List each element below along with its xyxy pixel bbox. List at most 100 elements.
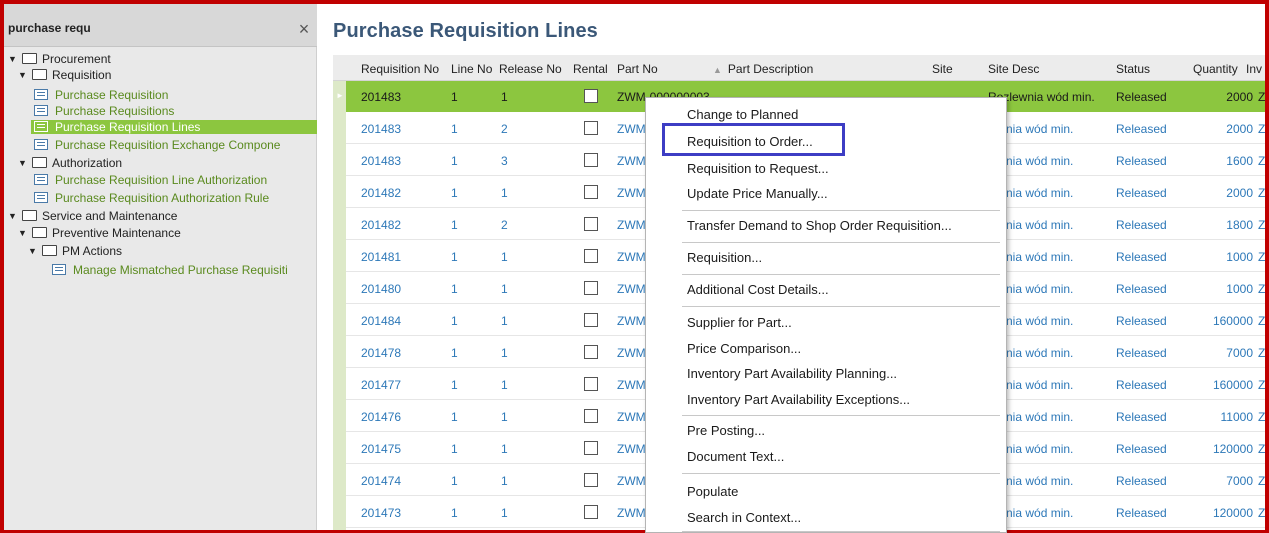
rental-checkbox[interactable]	[584, 89, 598, 103]
rental-checkbox[interactable]	[584, 377, 598, 391]
rental-checkbox[interactable]	[584, 345, 598, 359]
cell-part-no[interactable]: ZWM	[617, 378, 646, 392]
tree-item-purchase-requisitions[interactable]: Purchase Requisitions	[34, 104, 174, 118]
chevron-down-icon[interactable]: ▼	[18, 68, 27, 82]
cell-quantity: 160000	[1212, 378, 1253, 392]
rental-checkbox[interactable]	[584, 153, 598, 167]
column-header-release-no[interactable]: Release No	[499, 62, 562, 76]
close-icon[interactable]: ×	[297, 20, 311, 38]
menu-item-document-text[interactable]: Document Text...	[687, 449, 784, 464]
cell-part-no[interactable]: ZWM	[617, 314, 646, 328]
tree-folder-label: Procurement	[42, 52, 111, 66]
cell-status: Released	[1116, 506, 1167, 520]
cell-requisition-no[interactable]: 201482	[361, 186, 401, 200]
tree-item-purchase-requisition-line-authorization[interactable]: Purchase Requisition Line Authorization	[34, 173, 267, 187]
menu-item-change-to-planned[interactable]: Change to Planned	[687, 107, 798, 122]
column-header-quantity[interactable]: Quantity	[1193, 62, 1238, 76]
tree-folder-service-and-maintenance[interactable]: ▼ Service and Maintenance	[8, 209, 177, 223]
column-header-requisition-no[interactable]: Requisition No	[361, 62, 439, 76]
tree-folder-preventive-maintenance[interactable]: ▼ Preventive Maintenance	[18, 226, 181, 240]
column-header-site-desc[interactable]: Site Desc	[988, 62, 1039, 76]
menu-item-populate[interactable]: Populate	[687, 484, 738, 499]
menu-item-price-comparison[interactable]: Price Comparison...	[687, 341, 801, 356]
cell-part-no[interactable]: ZWM	[617, 346, 646, 360]
cell-part-no[interactable]: ZWM	[617, 218, 646, 232]
cell-part-no[interactable]: ZWM	[617, 506, 646, 520]
cell-requisition-no[interactable]: 201476	[361, 410, 401, 424]
cell-requisition-no[interactable]: 201483	[361, 122, 401, 136]
cell-requisition-no[interactable]: 201483	[361, 90, 401, 104]
rental-checkbox[interactable]	[584, 281, 598, 295]
menu-item-requisition-to-request[interactable]: Requisition to Request...	[687, 161, 829, 176]
menu-item-requisition[interactable]: Requisition...	[687, 250, 762, 265]
cell-part-no[interactable]: ZWM	[617, 250, 646, 264]
cell-status: Released	[1116, 218, 1167, 232]
tree-folder-pm-actions[interactable]: ▼ PM Actions	[28, 244, 122, 258]
rental-checkbox[interactable]	[584, 473, 598, 487]
cell-status: Released	[1116, 282, 1167, 296]
rental-checkbox[interactable]	[584, 121, 598, 135]
cell-requisition-no[interactable]: 201474	[361, 474, 401, 488]
column-header-part-no[interactable]: Part No	[617, 62, 658, 76]
column-header-inv[interactable]: Inv	[1246, 62, 1262, 76]
cell-requisition-no[interactable]: 201473	[361, 506, 401, 520]
menu-item-search-in-context[interactable]: Search in Context...	[687, 510, 801, 525]
cell-part-no[interactable]: ZWM	[617, 410, 646, 424]
chevron-down-icon[interactable]: ▼	[8, 52, 17, 66]
chevron-down-icon[interactable]: ▼	[8, 209, 17, 223]
cell-requisition-no[interactable]: 201478	[361, 346, 401, 360]
column-header-rental[interactable]: Rental	[573, 62, 608, 76]
chevron-down-icon[interactable]: ▼	[18, 226, 27, 240]
cell-part-no[interactable]: ZWM	[617, 186, 646, 200]
cell-quantity: 120000	[1212, 506, 1253, 520]
cell-part-no[interactable]: ZWM	[617, 122, 646, 136]
rental-checkbox[interactable]	[584, 217, 598, 231]
menu-item-update-price-manually[interactable]: Update Price Manually...	[687, 186, 828, 201]
tree-folder-authorization[interactable]: ▼ Authorization	[18, 156, 122, 170]
column-header-line-no[interactable]: Line No	[451, 62, 492, 76]
cell-inv: ZW	[1258, 442, 1265, 456]
cell-requisition-no[interactable]: 201475	[361, 442, 401, 456]
cell-requisition-no[interactable]: 201482	[361, 218, 401, 232]
tree-item-purchase-requisition-exchange-compone[interactable]: Purchase Requisition Exchange Compone	[34, 138, 280, 152]
cell-quantity: 11000	[1220, 410, 1253, 424]
tree-item-purchase-requisition[interactable]: Purchase Requisition	[34, 88, 168, 102]
rental-checkbox[interactable]	[584, 409, 598, 423]
cell-part-no[interactable]: ZWM	[617, 154, 646, 168]
cell-part-no[interactable]: ZWM	[617, 282, 646, 296]
tree-item-purchase-requisition-lines[interactable]: Purchase Requisition Lines	[31, 120, 317, 134]
cell-requisition-no[interactable]: 201483	[361, 154, 401, 168]
cell-requisition-no[interactable]: 201477	[361, 378, 401, 392]
column-header-status[interactable]: Status	[1116, 62, 1150, 76]
column-header-site[interactable]: Site	[932, 62, 953, 76]
cell-requisition-no[interactable]: 201484	[361, 314, 401, 328]
cell-part-no[interactable]: ZWM	[617, 442, 646, 456]
menu-item-pre-posting[interactable]: Pre Posting...	[687, 423, 765, 438]
cell-line-no: 1	[451, 250, 458, 264]
tree-item-label: Purchase Requisitions	[55, 104, 175, 118]
rental-checkbox[interactable]	[584, 505, 598, 519]
menu-item-inventory-part-availability-planning[interactable]: Inventory Part Availability Planning...	[687, 366, 897, 381]
menu-item-additional-cost-details[interactable]: Additional Cost Details...	[687, 282, 829, 297]
rental-checkbox[interactable]	[584, 441, 598, 455]
navigator-search-input[interactable]	[8, 18, 278, 38]
cell-inv: ZW	[1258, 90, 1265, 104]
rental-checkbox[interactable]	[584, 313, 598, 327]
tree-folder-procurement[interactable]: ▼ Procurement	[8, 52, 111, 66]
menu-item-inventory-part-availability-exceptions[interactable]: Inventory Part Availability Exceptions..…	[687, 392, 910, 407]
rental-checkbox[interactable]	[584, 249, 598, 263]
column-header-part-description[interactable]: ▲ Part Description	[713, 62, 813, 76]
tree-folder-requisition[interactable]: ▼ Requisition	[18, 68, 111, 82]
tree-item-purchase-requisition-authorization-rule[interactable]: Purchase Requisition Authorization Rule	[34, 191, 269, 205]
cell-requisition-no[interactable]: 201480	[361, 282, 401, 296]
rental-checkbox[interactable]	[584, 185, 598, 199]
cell-release-no: 1	[501, 410, 508, 424]
chevron-down-icon[interactable]: ▼	[28, 244, 37, 258]
menu-item-supplier-for-part[interactable]: Supplier for Part...	[687, 315, 792, 330]
cell-part-no[interactable]: ZWM	[617, 474, 646, 488]
cell-release-no: 1	[501, 378, 508, 392]
cell-requisition-no[interactable]: 201481	[361, 250, 401, 264]
tree-item-manage-mismatched-purchase-requisiti[interactable]: Manage Mismatched Purchase Requisiti	[52, 263, 288, 277]
chevron-down-icon[interactable]: ▼	[18, 156, 27, 170]
menu-item-transfer-demand-to-shop-order-requisition[interactable]: Transfer Demand to Shop Order Requisitio…	[687, 218, 952, 233]
